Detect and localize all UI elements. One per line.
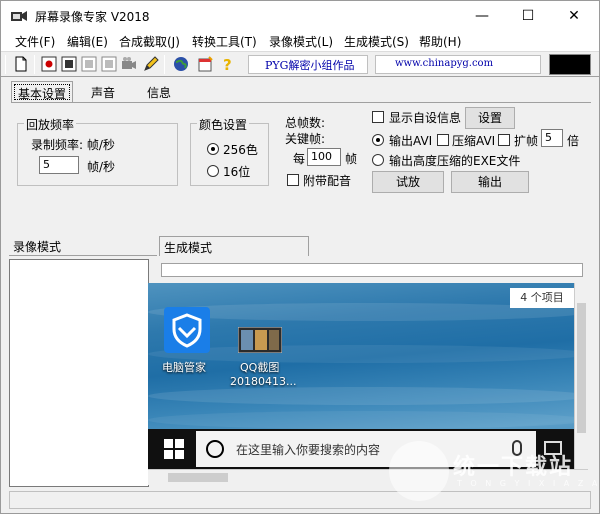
keyframe-input[interactable]: 100 bbox=[307, 148, 341, 166]
menu-record-mode[interactable]: 录像模式(L) bbox=[269, 33, 333, 50]
watermark-text: 统一下载站 bbox=[453, 455, 574, 480]
tab-basic-settings[interactable]: 基本设置 bbox=[11, 81, 74, 103]
toolbar-separator bbox=[164, 55, 165, 74]
pc-manager-label: 电脑管家 bbox=[162, 361, 206, 374]
output-avi-label: 输出AVI bbox=[389, 134, 433, 148]
cortana-icon bbox=[206, 440, 224, 458]
expand-factor-input[interactable]: 5 bbox=[541, 129, 563, 147]
menu-bar: 文件(F) 编辑(E) 合成截取(J) 转换工具(T) 录像模式(L) 生成模式… bbox=[1, 31, 599, 51]
close-button[interactable]: ✕ bbox=[551, 1, 597, 31]
qq-screenshot-label-line2: 20180413... bbox=[230, 375, 297, 388]
watermark-subtext: T O N G Y I X I A Z A I bbox=[457, 479, 600, 488]
menu-generate-mode[interactable]: 生成模式(S) bbox=[344, 33, 409, 50]
new-file-icon[interactable] bbox=[13, 56, 29, 72]
color-16-label: 16位 bbox=[223, 165, 251, 179]
expand-frame-checkbox[interactable] bbox=[498, 134, 510, 146]
radio-16-bit[interactable] bbox=[207, 165, 219, 177]
pc-manager-icon[interactable] bbox=[164, 307, 210, 353]
frame-unit-label: 帧 bbox=[345, 152, 358, 166]
help-icon[interactable]: ? bbox=[219, 56, 235, 72]
rate-input[interactable]: 5 bbox=[39, 156, 79, 174]
tab-divider bbox=[11, 102, 591, 103]
color-preview-box bbox=[549, 54, 591, 75]
status-bar bbox=[9, 491, 591, 509]
qq-screenshot-label-line1: QQ截图 bbox=[240, 361, 280, 374]
stop-icon[interactable] bbox=[61, 56, 77, 72]
radio-256-color[interactable] bbox=[207, 143, 219, 155]
menu-edit[interactable]: 编辑(E) bbox=[67, 33, 108, 50]
items-count-badge: 4 个项目 bbox=[510, 288, 574, 308]
toolbar-separator bbox=[5, 55, 6, 74]
color-group-title: 颜色设置 bbox=[197, 116, 250, 133]
svg-text:?: ? bbox=[223, 56, 232, 72]
minimize-button[interactable]: — bbox=[459, 1, 505, 31]
expand-frame-label: 扩帧 bbox=[514, 134, 539, 148]
record-rate-label: 录制频率: 帧/秒 bbox=[31, 138, 115, 152]
playback-group-title: 回放频率 bbox=[24, 116, 77, 133]
generate-mode-header[interactable]: 生成模式 bbox=[159, 236, 309, 256]
trial-play-button[interactable]: 试放 bbox=[372, 171, 444, 193]
window-title: 屏幕录像专家 V2018 bbox=[35, 10, 150, 24]
menu-file[interactable]: 文件(F) bbox=[15, 33, 55, 50]
tab-sound[interactable]: 声音 bbox=[85, 81, 121, 103]
custom-info-label: 显示自设信息 bbox=[389, 111, 462, 125]
rate-unit-label: 帧/秒 bbox=[87, 160, 116, 174]
app-window: 屏幕录像专家 V2018 — ☐ ✕ 文件(F) 编辑(E) 合成截取(J) 转… bbox=[0, 0, 600, 514]
record-icon[interactable] bbox=[41, 56, 57, 72]
settings-button[interactable]: 设置 bbox=[465, 107, 515, 129]
timeline-strip[interactable] bbox=[161, 263, 583, 277]
record-mode-header[interactable]: 录像模式 bbox=[9, 236, 157, 256]
toolbar: ? PYG解密小组作品 www.chinapyg.com bbox=[1, 51, 599, 77]
menu-tools[interactable]: 转换工具(T) bbox=[192, 33, 257, 50]
custom-info-checkbox[interactable] bbox=[372, 111, 384, 123]
menu-help[interactable]: 帮助(H) bbox=[419, 33, 461, 50]
output-exe-label: 输出高度压缩的EXE文件 bbox=[389, 154, 521, 168]
watermark-logo-icon bbox=[389, 441, 449, 501]
horizontal-scroll-thumb[interactable] bbox=[168, 473, 228, 482]
pause2-icon[interactable] bbox=[101, 56, 117, 72]
radio-output-avi[interactable] bbox=[372, 134, 384, 146]
expand-unit-label: 倍 bbox=[567, 134, 580, 148]
tab-info[interactable]: 信息 bbox=[141, 81, 177, 103]
pause-icon[interactable] bbox=[81, 56, 97, 72]
maximize-button[interactable]: ☐ bbox=[505, 1, 551, 31]
search-placeholder: 在这里输入你要搜索的内容 bbox=[236, 443, 381, 457]
camera-icon[interactable] bbox=[121, 56, 137, 72]
compress-avi-checkbox[interactable] bbox=[437, 134, 449, 146]
audio-checkbox[interactable] bbox=[287, 174, 299, 186]
pen-icon[interactable] bbox=[143, 56, 159, 72]
wave-decoration bbox=[148, 387, 588, 405]
calendar-icon[interactable] bbox=[197, 56, 213, 72]
toolbar-separator bbox=[34, 55, 35, 74]
recording-list-pane[interactable] bbox=[9, 259, 149, 487]
radio-output-exe[interactable] bbox=[372, 154, 384, 166]
keyframe-label: 关键帧: bbox=[285, 132, 326, 146]
camera-app-icon bbox=[11, 11, 27, 21]
vertical-scrollbar[interactable] bbox=[574, 283, 588, 469]
credit-text: PYG解密小组作品 bbox=[265, 59, 355, 72]
wave-decoration bbox=[148, 345, 588, 363]
export-button[interactable]: 输出 bbox=[451, 171, 529, 193]
playback-rate-group: 回放频率 bbox=[17, 116, 178, 186]
every-label: 每 bbox=[293, 152, 306, 166]
url-text: www.chinapyg.com bbox=[395, 58, 494, 69]
color-256-label: 256色 bbox=[223, 143, 258, 157]
vertical-scroll-thumb[interactable] bbox=[577, 303, 586, 433]
wave-decoration bbox=[148, 411, 588, 429]
total-frames-label: 总帧数: bbox=[285, 116, 326, 130]
windows-start-icon[interactable] bbox=[164, 439, 184, 459]
menu-compose[interactable]: 合成截取(J) bbox=[119, 33, 180, 50]
title-bar: 屏幕录像专家 V2018 — ☐ ✕ bbox=[1, 1, 599, 31]
audio-label: 附带配音 bbox=[303, 174, 352, 188]
globe-icon[interactable] bbox=[173, 56, 189, 72]
compress-avi-label: 压缩AVI bbox=[452, 134, 496, 148]
image-file-icon[interactable] bbox=[238, 327, 282, 353]
